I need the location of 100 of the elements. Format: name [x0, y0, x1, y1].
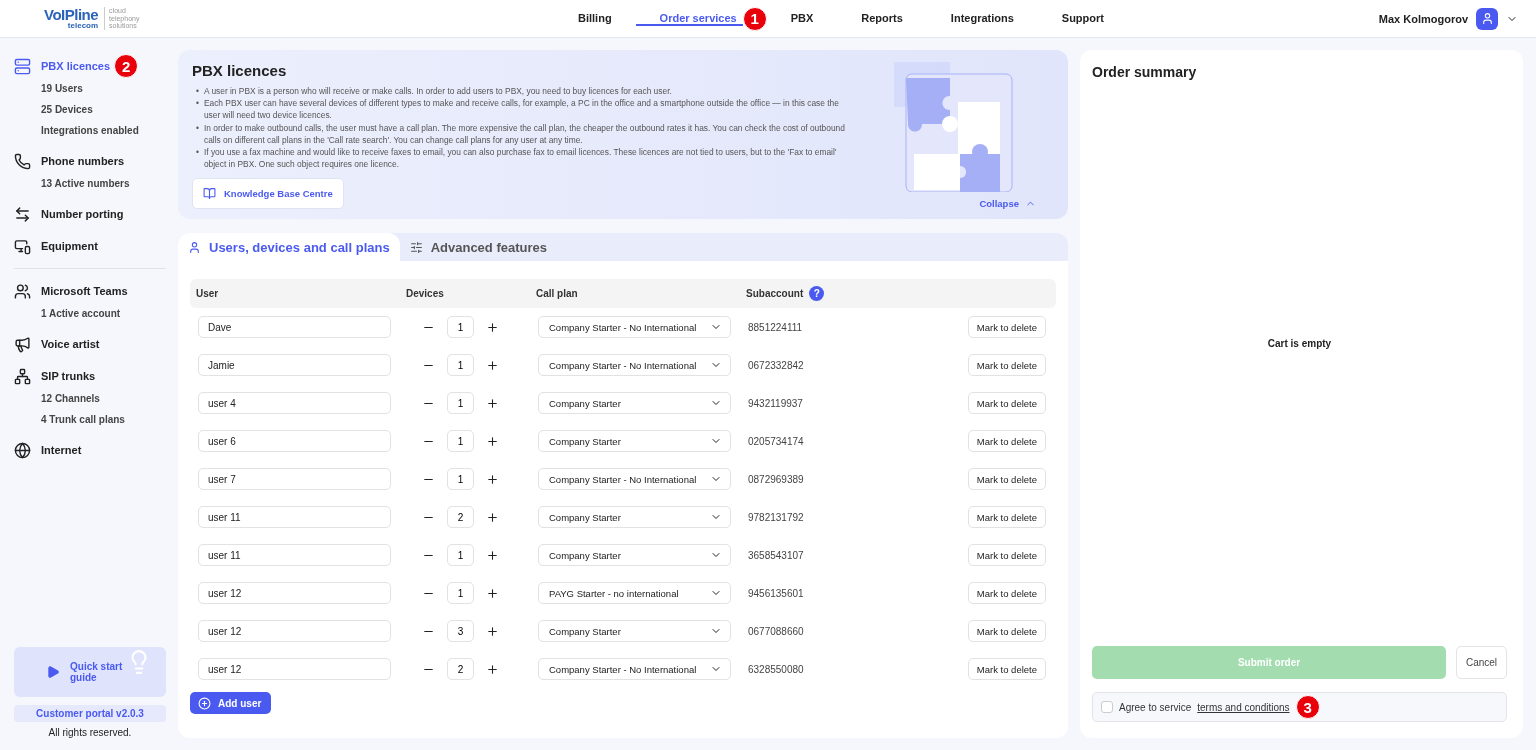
sidebar-subitem[interactable]: 1 Active account: [14, 307, 166, 328]
subaccount-cell-text: 0872969389: [748, 473, 805, 485]
mark-to-delete-button[interactable]: Mark to delete: [967, 582, 1046, 605]
device-count-field[interactable]: 3: [447, 620, 474, 643]
user-name-field[interactable]: Dave: [198, 316, 391, 339]
plus-icon[interactable]: [486, 510, 499, 524]
call-plan-select[interactable]: PAYG Starter - no international: [538, 582, 731, 605]
call-plan-select[interactable]: Company Starter: [538, 506, 731, 529]
bullet-marker: •: [196, 145, 199, 159]
plus-icon[interactable]: [486, 662, 499, 676]
device-count-field[interactable]: 2: [447, 506, 474, 529]
nav-tab[interactable]: Order services: [635, 11, 743, 26]
logo-name: VoIPline: [44, 7, 99, 22]
subaccount-cell-text: 0677088660: [748, 625, 805, 637]
plus-icon[interactable]: [486, 548, 499, 562]
mark-to-delete-button[interactable]: Mark to delete: [967, 544, 1046, 567]
globe-icon: [14, 441, 31, 459]
info-title: PBX licences: [192, 62, 288, 79]
user-name-field[interactable]: user 11: [198, 544, 391, 567]
mark-to-delete-button[interactable]: Mark to delete: [967, 392, 1046, 415]
device-count-field[interactable]: 1: [447, 544, 474, 567]
mark-to-delete-button[interactable]: Mark to delete: [967, 620, 1046, 643]
plus-icon[interactable]: [486, 434, 499, 448]
nav-tab[interactable]: Integrations: [926, 11, 1038, 26]
nav-tab[interactable]: Billing: [554, 11, 636, 26]
mark-to-delete-button[interactable]: Mark to delete: [967, 506, 1046, 529]
user-name-field[interactable]: user 7: [198, 468, 391, 491]
tab[interactable]: Advanced features: [399, 233, 557, 262]
terms-link[interactable]: terms and conditions: [1197, 701, 1290, 713]
device-count-field[interactable]: 1: [447, 468, 474, 491]
plus-icon[interactable]: [486, 472, 499, 486]
subaccount-cell-text: 0672332842: [748, 359, 805, 371]
device-count-field[interactable]: 1: [447, 430, 474, 453]
plus-icon[interactable]: [486, 624, 499, 638]
device-count-field[interactable]: 1: [447, 582, 474, 605]
device-count-field[interactable]: 1: [447, 316, 474, 339]
sidebar-subitem[interactable]: 4 Trunk call plans: [14, 413, 166, 434]
call-plan-select[interactable]: Company Starter: [538, 392, 731, 415]
empty-cart-text: Cart is empty: [1267, 337, 1332, 349]
call-plan-select[interactable]: Company Starter - No International: [538, 468, 731, 491]
tab[interactable]: Users, devices and call plans: [178, 233, 400, 262]
user-name-field[interactable]: user 12: [198, 620, 391, 643]
knowledge-base-button[interactable]: Knowledge Base Centre: [192, 178, 344, 210]
user-name-field[interactable]: user 11: [198, 506, 391, 529]
plus-icon[interactable]: [486, 358, 499, 372]
sidebar-item[interactable]: Phone numbers: [14, 145, 125, 177]
call-plan-select[interactable]: Company Starter: [538, 620, 731, 643]
call-plan-select[interactable]: Company Starter: [538, 544, 731, 567]
user-name-field[interactable]: Jamie: [198, 354, 391, 377]
call-plan-select[interactable]: Company Starter: [538, 430, 731, 453]
sidebar-item[interactable]: Microsoft Teams: [14, 275, 128, 307]
mark-to-delete-button[interactable]: Mark to delete: [967, 468, 1046, 491]
subaccount-cell-text: 9432119937: [748, 397, 804, 409]
mark-to-delete-button[interactable]: Mark to delete: [967, 658, 1046, 681]
callout-badge: 3: [1295, 695, 1320, 719]
device-count-field[interactable]: 2: [447, 658, 474, 681]
plus-icon[interactable]: [486, 586, 499, 600]
user-name-field[interactable]: user 6: [198, 430, 391, 453]
user-name-field[interactable]: user 12: [198, 658, 391, 681]
collapse-link[interactable]: Collapse: [979, 198, 1036, 209]
sidebar-item[interactable]: Equipment: [14, 230, 98, 262]
bullet-marker: •: [196, 121, 199, 135]
plus-icon[interactable]: [486, 320, 499, 334]
device-count-field[interactable]: 1: [447, 354, 474, 377]
sidebar-subitem[interactable]: 12 Channels: [14, 392, 166, 413]
mark-to-delete-button[interactable]: Mark to delete: [967, 430, 1046, 453]
add-user-button[interactable]: Add user: [190, 692, 272, 715]
sidebar-item[interactable]: Internet: [14, 434, 82, 466]
user-name: Max Kolmogorov: [1378, 12, 1468, 25]
network-icon: [14, 367, 31, 385]
info-bullet: Each PBX user can have several devices of different types to make and receive calls, for example, a PC in the office and a smartphone outside the office — in this case the user will need two device licences.: [203, 97, 840, 122]
info-bullet: A user in PBX is a person who will receive or make calls. In order to add users to PBX, you need to buy licences for each user.: [203, 85, 672, 98]
call-plan-select[interactable]: Company Starter - No International: [538, 658, 731, 681]
nav-tab[interactable]: Reports: [837, 11, 927, 26]
help-icon[interactable]: ?: [809, 286, 825, 302]
sidebar-item[interactable]: SIP trunks: [14, 360, 96, 392]
nav-tab[interactable]: Support: [1037, 11, 1128, 26]
call-plan-select[interactable]: Company Starter - No International: [538, 316, 731, 339]
nav-tab[interactable]: PBX: [766, 11, 838, 26]
subaccount-cell-text: 9456135601: [748, 587, 805, 599]
mark-to-delete-button[interactable]: Mark to delete: [967, 354, 1046, 377]
device-count-field[interactable]: 1: [447, 392, 474, 415]
sidebar-item[interactable]: PBX licences: [14, 50, 111, 82]
guide-card[interactable]: Quick start guide: [14, 647, 166, 697]
checkbox[interactable]: [1101, 701, 1113, 713]
call-plan-select[interactable]: Company Starter - No International: [538, 354, 731, 377]
guide-label: Quick start guide: [70, 661, 124, 683]
sidebar-subitem[interactable]: 19 Users: [14, 82, 166, 103]
cancel-button[interactable]: Cancel: [1456, 646, 1507, 679]
user-name-field[interactable]: user 4: [198, 392, 391, 415]
sidebar-subitem[interactable]: Integrations enabled: [14, 124, 166, 145]
version-label: Customer portal v2.0.3: [14, 705, 166, 722]
sidebar-subitem[interactable]: 25 Devices: [14, 103, 166, 124]
sidebar-item[interactable]: Voice artist: [14, 328, 100, 360]
plus-icon[interactable]: [486, 396, 499, 410]
sidebar-item[interactable]: Number porting: [14, 198, 124, 230]
avatar-icon[interactable]: [1476, 7, 1498, 30]
mark-to-delete-button[interactable]: Mark to delete: [967, 316, 1046, 339]
sidebar-subitem[interactable]: 13 Active numbers: [14, 177, 166, 198]
user-name-field[interactable]: user 12: [198, 582, 391, 605]
